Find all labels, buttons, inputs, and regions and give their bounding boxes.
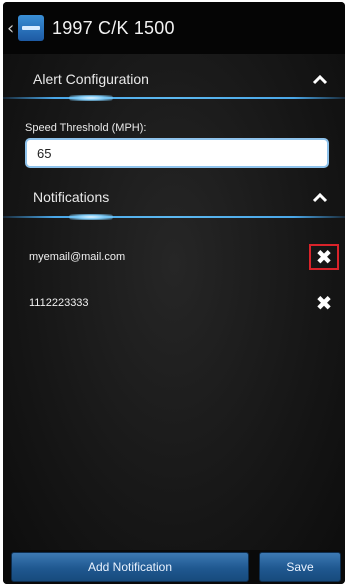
car-app-icon[interactable] xyxy=(18,15,44,41)
app-screen: ‹ 1997 C/K 1500 Alert Configuration Spee… xyxy=(3,2,345,584)
section-divider xyxy=(3,216,345,218)
notification-phone: 1112223333 xyxy=(29,297,89,309)
close-icon: ✖ xyxy=(315,245,333,269)
page-title: 1997 C/K 1500 xyxy=(52,17,175,38)
section-divider xyxy=(3,97,345,99)
divider-glow xyxy=(69,214,113,220)
delete-email-button[interactable]: ✖ xyxy=(309,244,339,270)
speed-threshold-value: 65 xyxy=(37,145,52,161)
add-notification-button[interactable]: Add Notification xyxy=(11,552,249,582)
notification-email: myemail@mail.com xyxy=(29,251,126,263)
notification-row: 1112223333 ✖ xyxy=(3,286,345,320)
alert-configuration-title: Alert Configuration xyxy=(33,71,149,87)
notifications-title: Notifications xyxy=(33,189,110,205)
notifications-header[interactable]: Notifications xyxy=(3,180,345,214)
app-icon-bar xyxy=(22,26,40,30)
action-bar: ‹ 1997 C/K 1500 xyxy=(3,2,345,54)
close-icon: ✖ xyxy=(315,291,333,315)
chevron-up-icon[interactable] xyxy=(311,73,329,85)
chevron-left-icon[interactable]: ‹ xyxy=(7,18,15,39)
speed-threshold-label: Speed Threshold (MPH): xyxy=(25,122,147,134)
divider-glow xyxy=(69,95,113,101)
delete-phone-button[interactable]: ✖ xyxy=(309,290,339,316)
chevron-up-icon[interactable] xyxy=(311,191,329,203)
alert-configuration-header[interactable]: Alert Configuration xyxy=(3,62,345,96)
notification-row: myemail@mail.com ✖ xyxy=(3,240,345,274)
bottom-button-bar: Add Notification Save xyxy=(3,550,345,584)
save-button[interactable]: Save xyxy=(259,552,341,582)
speed-threshold-input[interactable]: 65 xyxy=(25,138,329,168)
